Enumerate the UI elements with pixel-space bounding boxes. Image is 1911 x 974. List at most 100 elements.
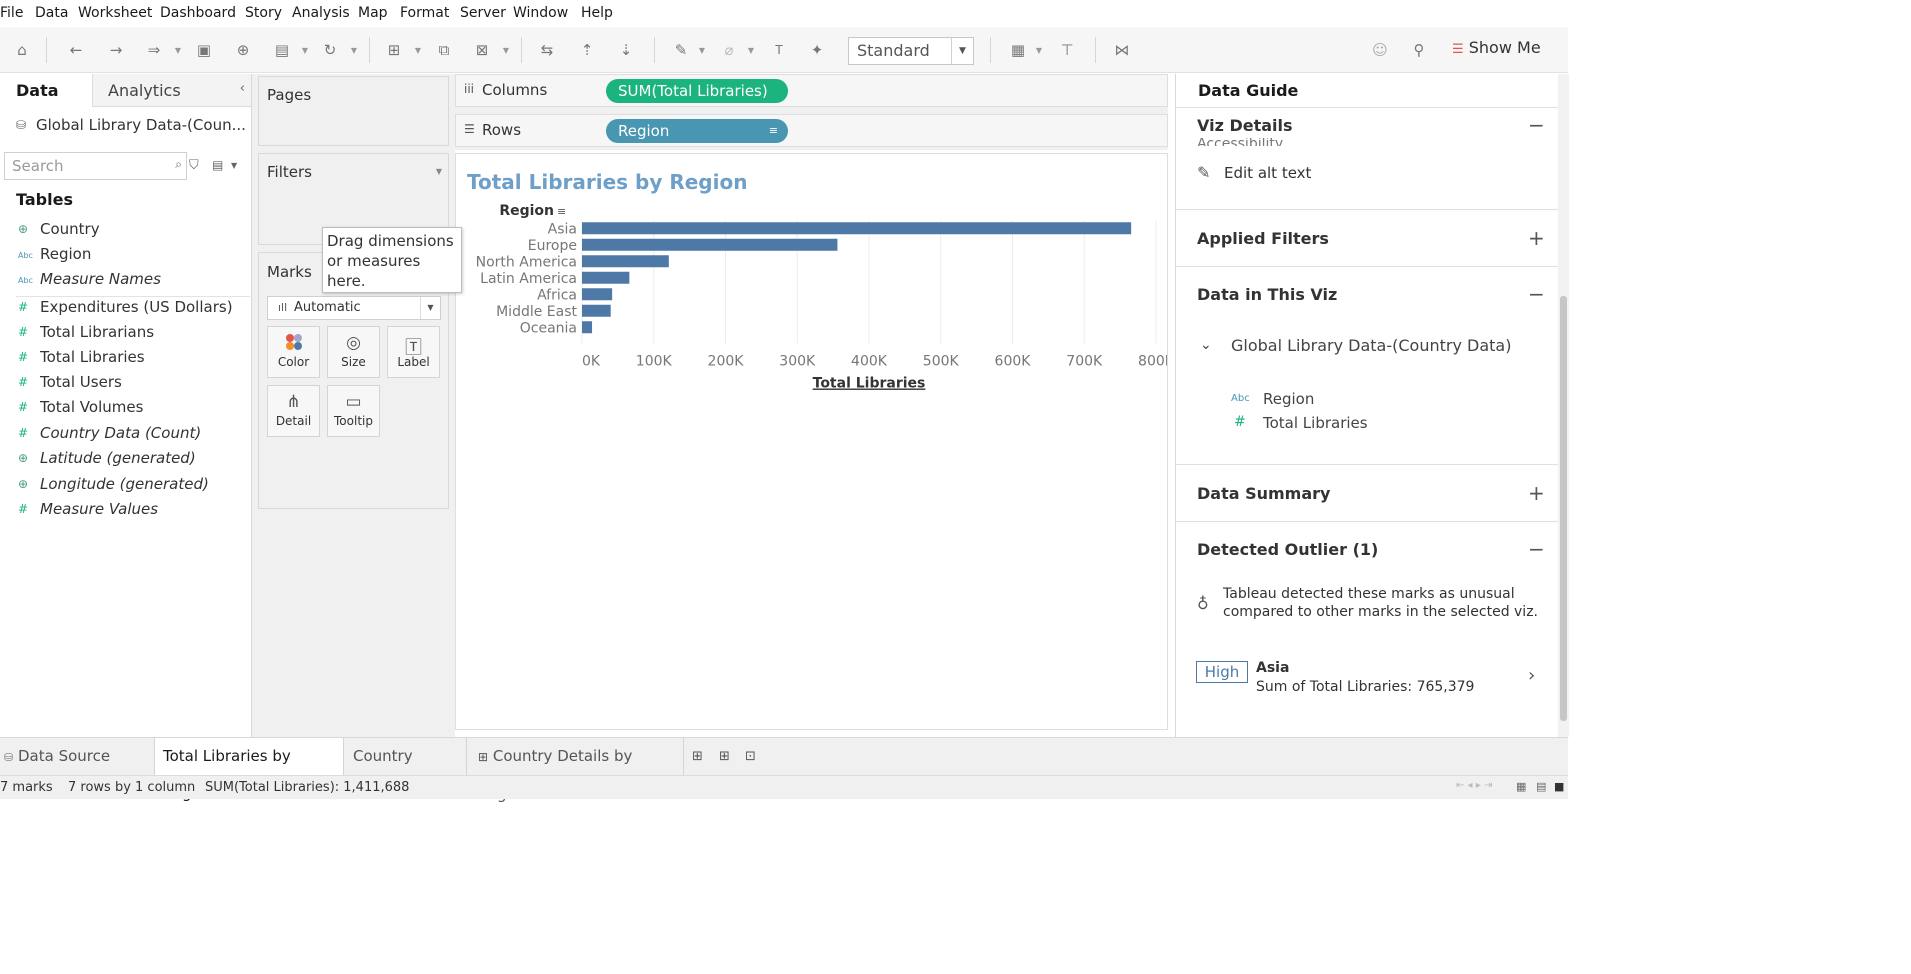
menu-help[interactable]: Help [581,5,613,21]
duplicate-icon[interactable]: ⧉ [434,40,454,60]
scrollbar[interactable] [1558,74,1569,737]
columns-shelf[interactable]: iii Columns SUM(Total Libraries) [455,74,1168,107]
new-story-icon[interactable]: ⊡ [745,738,756,775]
menu-server[interactable]: Server [460,5,506,21]
field-item[interactable]: # Total Librarians [0,323,250,345]
menu-map[interactable]: Map [358,5,388,21]
outlier-item[interactable]: High Asia Sum of Total Libraries: 765,37… [1196,660,1556,700]
bar-asia[interactable] [582,222,1132,235]
chevron-down-icon[interactable]: ▼ [414,40,422,60]
filmstrip-view-icon[interactable]: ■ [1554,780,1564,793]
size-button[interactable]: ◎ Size [327,326,380,378]
save-icon[interactable]: ▣ [194,40,214,60]
filter-icon[interactable]: ⛉ [189,158,199,173]
expand-icon[interactable]: + [1528,226,1545,250]
replay-icon[interactable]: ⇒ [144,40,164,60]
field-item[interactable]: # Country Data (Count) [0,424,250,446]
chevron-down-icon[interactable]: ▼ [747,40,755,60]
pages-card[interactable]: Pages [258,76,449,146]
show-cards-icon[interactable]: ▦ [1008,40,1028,60]
menu-format[interactable]: Format [400,5,449,21]
home-icon[interactable]: ⌂ [12,40,32,60]
viz-details-heading[interactable]: Viz Details [1197,116,1527,138]
chevron-down-icon[interactable]: ▼ [350,40,358,60]
chevron-down-icon[interactable]: ▼ [436,167,442,176]
menu-window[interactable]: Window [513,5,568,21]
expand-icon[interactable]: + [1528,481,1545,505]
field-item[interactable]: # Total Libraries [0,348,250,370]
data-guide-icon[interactable]: ☺ [1370,40,1390,60]
data-summary-heading[interactable]: Data Summary [1197,484,1330,503]
collapse-icon[interactable]: − [1528,113,1545,137]
chevron-down-icon[interactable]: ▼ [1035,40,1043,60]
data-source-tree-item[interactable]: ⌄ Global Library Data-(Country Data) [1200,336,1540,358]
chevron-down-icon[interactable]: ▼ [231,161,237,170]
edit-alt-text-button[interactable]: ✎ Edit alt text [1197,163,1397,185]
tab-analytics[interactable]: Analytics ‹ [92,74,251,107]
menu-data[interactable]: Data [35,5,68,21]
new-datasource-icon[interactable]: ⊕ [233,40,253,60]
field-item[interactable]: Abc Region [0,245,250,267]
new-worksheet-icon[interactable]: ⊞ [692,738,703,775]
field-item[interactable]: # Measure Values [0,500,250,522]
tab-data-source[interactable]: ⛁ Data Source [0,738,150,775]
color-button[interactable]: Color [267,326,320,378]
chevron-down-icon[interactable]: ▼ [174,40,182,60]
field-item[interactable]: ⊕ Country [0,220,250,242]
menu-story[interactable]: Story [245,5,282,21]
redo-icon[interactable]: → [106,40,126,60]
tab-total-libraries-by-region[interactable]: Total Libraries by Region [154,738,344,802]
presentation-icon[interactable]: ⊤ [1057,40,1077,60]
grid-view-icon[interactable]: ▦ [1516,780,1526,793]
show-me-button[interactable]: ☰ Show Me [1452,38,1541,57]
format-painter-icon[interactable]: ⚲ [1409,40,1429,60]
tab-country-details[interactable]: Country Details [345,738,467,802]
bar-latin-america[interactable] [582,271,630,284]
field-item[interactable]: Abc Measure Names [0,270,250,292]
bar-oceania[interactable] [582,321,593,334]
chevron-down-icon[interactable]: ▼ [502,40,510,60]
label-button[interactable]: 🅃 Label [387,326,440,378]
menu-analysis[interactable]: Analysis [292,5,350,21]
chevron-down-icon[interactable]: ▼ [698,40,706,60]
tooltip-button[interactable]: ▭ Tooltip [327,385,380,437]
view-options-icon[interactable]: ▤ [212,158,223,172]
bar-europe[interactable] [582,238,838,251]
rows-pill[interactable]: Region ≡ [606,119,788,143]
highlight-icon[interactable]: ✎ [671,40,691,60]
sheet-navigation-icon[interactable]: ⇤ ◂ ▸ ⇥ [1456,780,1492,791]
new-worksheet-icon[interactable]: ⊞ [384,40,404,60]
collapse-icon[interactable]: − [1528,282,1545,306]
datasource-item[interactable]: ⛁ Global Library Data-(Coun... [16,116,246,136]
tab-country-details-by-region[interactable]: ⊞ Country Details by Region [468,738,684,803]
data-in-viz-heading[interactable]: Data in This Viz [1197,285,1337,304]
field-item[interactable]: # Total Users [0,373,250,395]
collapse-icon[interactable]: ‹ [240,81,245,96]
tab-data[interactable]: Data [0,74,92,107]
fit-dropdown[interactable]: Standard ▼ [848,37,974,65]
chevron-down-icon[interactable]: ▼ [301,40,309,60]
list-view-icon[interactable]: ▤ [1536,780,1546,793]
bar-north-america[interactable] [582,255,669,268]
clear-sheet-icon[interactable]: ⊠ [472,40,492,60]
field-item[interactable]: ⊕ Latitude (generated) [0,449,250,471]
search-input[interactable]: Search ⌕ [4,152,187,180]
detail-button[interactable]: ⋔ Detail [267,385,320,437]
rows-shelf[interactable]: ☰ Rows Region ≡ [455,114,1168,147]
scrollbar-thumb[interactable] [1560,296,1567,721]
sort-descending-icon[interactable]: ⇣ [616,40,636,60]
pause-updates-icon[interactable]: ▤ [272,40,292,60]
undo-icon[interactable]: ← [66,40,86,60]
field-item[interactable]: ⊕ Longitude (generated) [0,475,250,497]
bar-middle-east[interactable] [582,304,611,317]
new-dashboard-icon[interactable]: ⊞ [719,738,730,775]
group-icon[interactable]: ⌀ [719,40,739,60]
swap-icon[interactable]: ⇆ [537,40,557,60]
share-icon[interactable]: ⋈ [1112,40,1132,60]
pin-icon[interactable]: ✦ [807,40,827,60]
mark-type-dropdown[interactable]: ıll Automatic ▼ [267,296,441,320]
applied-filters-heading[interactable]: Applied Filters [1197,229,1329,248]
refresh-icon[interactable]: ↻ [320,40,340,60]
collapse-icon[interactable]: − [1528,537,1545,561]
detected-outlier-heading[interactable]: Detected Outlier (1) [1197,540,1378,559]
